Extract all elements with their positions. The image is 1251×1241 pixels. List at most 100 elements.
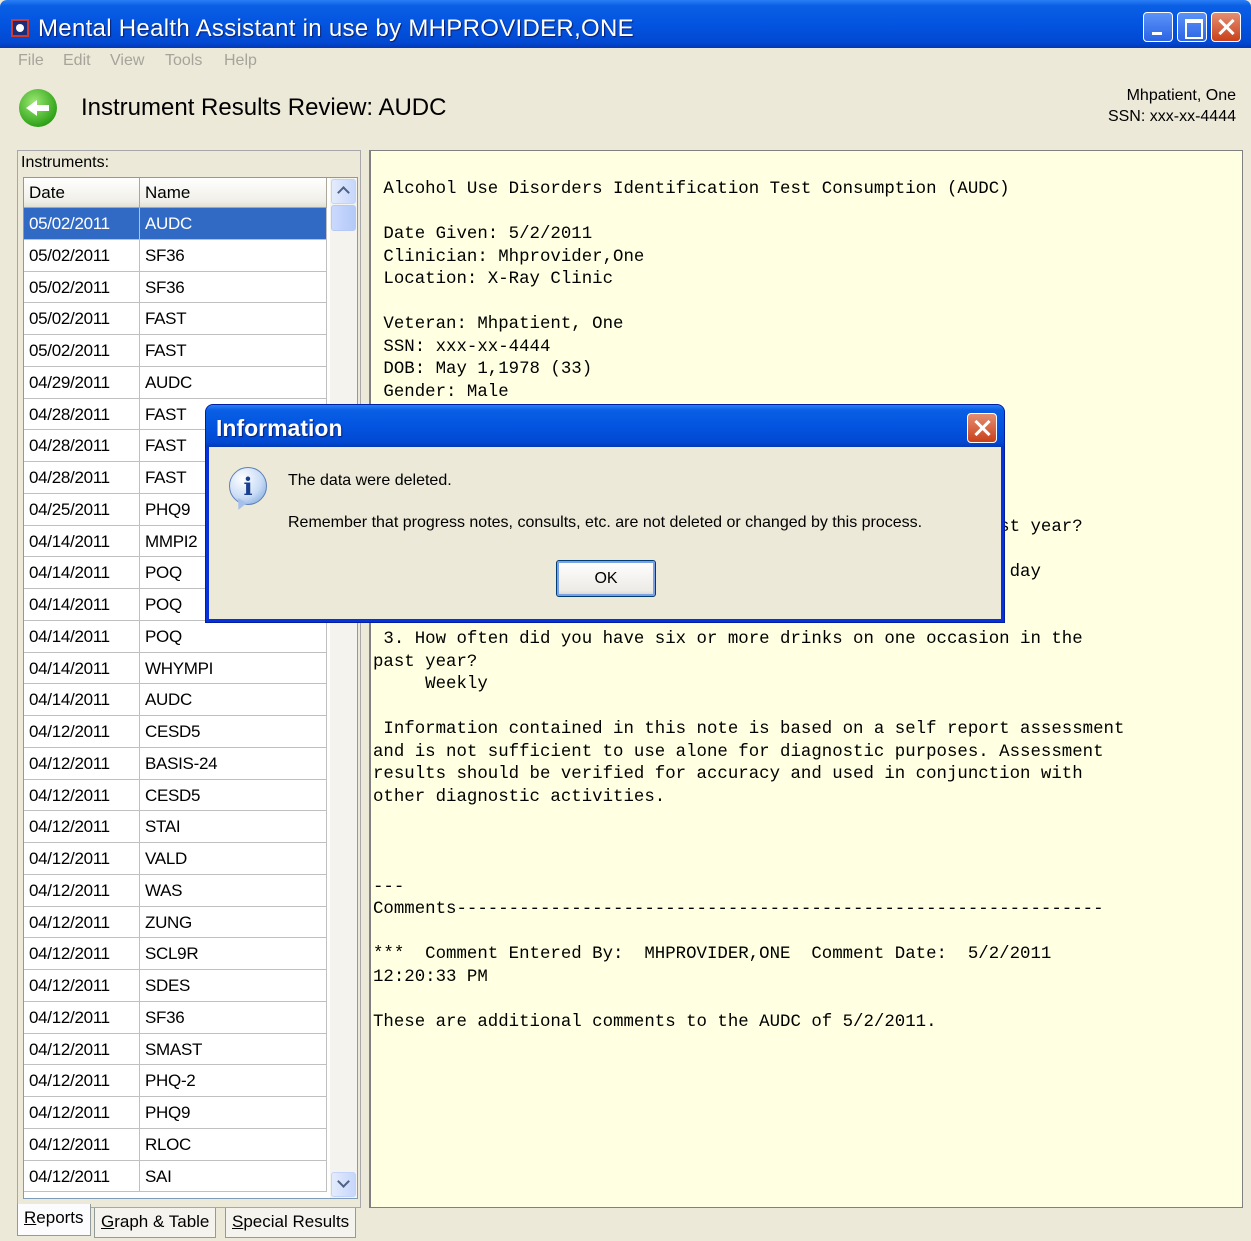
row-date: 04/28/2011 (24, 430, 140, 461)
row-name: VALD (140, 843, 327, 874)
table-row[interactable]: 04/14/2011 WHYMPI (24, 652, 327, 685)
table-row[interactable]: 04/29/2011 AUDC (24, 366, 327, 399)
table-row[interactable]: 04/12/2011 BASIS-24 (24, 747, 327, 780)
row-name: WHYMPI (140, 652, 327, 684)
report-pane[interactable]: Alcohol Use Disorders Identification Tes… (369, 150, 1243, 1208)
row-name: FAST (140, 335, 327, 366)
table-row[interactable]: 04/14/2011 AUDC (24, 684, 327, 716)
instruments-label: Instruments: (21, 154, 110, 171)
row-date: 05/02/2011 (24, 208, 140, 239)
table-row[interactable]: 05/02/2011 FAST (24, 335, 327, 367)
row-name: WAS (140, 874, 327, 906)
dialog-close-button[interactable] (967, 413, 997, 443)
row-name: BASIS-24 (140, 747, 327, 779)
column-header-name[interactable]: Name (140, 178, 327, 208)
row-name: PHQ9 (140, 1097, 327, 1128)
tab-reports-label: eports (36, 1208, 84, 1227)
row-date: 04/12/2011 (24, 1128, 140, 1160)
row-date: 04/25/2011 (24, 493, 140, 525)
row-date: 04/12/2011 (24, 716, 140, 747)
list-header: Date Name (24, 178, 334, 208)
tab-special-results-hotkey: S (232, 1212, 244, 1231)
row-date: 04/14/2011 (24, 684, 140, 715)
table-row[interactable]: 04/12/2011 RLOC (24, 1128, 327, 1161)
table-row[interactable]: 04/12/2011 SCL9R (24, 938, 327, 970)
table-row[interactable]: 04/12/2011 SMAST (24, 1033, 327, 1066)
table-row[interactable]: 04/12/2011 SDES (24, 970, 327, 1002)
row-name: PHQ-2 (140, 1065, 327, 1096)
row-date: 05/02/2011 (24, 271, 140, 303)
table-row[interactable]: 04/12/2011 STAI (24, 811, 327, 843)
row-name: RLOC (140, 1128, 327, 1160)
instruments-list[interactable]: Date Name 05/02/2011 AUDC 05/02/2011 SF36 05… (23, 177, 358, 1199)
table-row[interactable]: 04/12/2011 SF36 (24, 1001, 327, 1034)
info-icon: i (229, 467, 267, 505)
row-date: 04/14/2011 (24, 525, 140, 557)
page-title: Instrument Results Review: AUDC (81, 94, 447, 121)
row-name: SF36 (140, 239, 327, 271)
row-name: SDES (140, 970, 327, 1001)
instruments-panel: Instruments: Date Name 05/02/2011 AUDC 05/… (17, 150, 361, 1208)
row-date: 04/12/2011 (24, 811, 140, 842)
back-arrow-icon[interactable] (19, 89, 57, 127)
information-dialog: Information i The data were deleted. Rem… (206, 405, 1004, 622)
row-date: 04/28/2011 (24, 462, 140, 493)
row-date: 04/12/2011 (24, 1033, 140, 1065)
list-scrollbar[interactable] (330, 178, 357, 1198)
row-date: 05/02/2011 (24, 303, 140, 334)
row-name: CESD5 (140, 779, 327, 811)
table-row[interactable]: 04/12/2011 PHQ-2 (24, 1065, 327, 1097)
ok-button[interactable]: OK (556, 560, 656, 597)
app-icon[interactable] (11, 19, 29, 37)
page-header: Instrument Results Review: AUDC Mhpatien… (0, 74, 1251, 144)
table-row[interactable]: 04/12/2011 WAS (24, 874, 327, 907)
table-row[interactable]: 05/02/2011 FAST (24, 303, 327, 335)
close-window-button[interactable] (1211, 12, 1241, 42)
menu-edit[interactable]: Edit (63, 52, 91, 70)
row-name: AUDC (140, 208, 327, 239)
table-row[interactable]: 04/12/2011 ZUNG (24, 906, 327, 939)
table-row[interactable]: 04/14/2011 POQ (24, 620, 327, 653)
minimize-button[interactable] (1143, 12, 1173, 42)
scroll-thumb[interactable] (331, 205, 356, 231)
row-date: 04/12/2011 (24, 747, 140, 779)
tab-special-results[interactable]: Special Results (225, 1208, 357, 1238)
window-titlebar[interactable]: Mental Health Assistant in use by MHPROV… (0, 0, 1251, 48)
row-name: ZUNG (140, 906, 327, 938)
menu-view[interactable]: View (110, 52, 144, 70)
dialog-detail: Remember that progress notes, consults, … (288, 514, 923, 531)
scroll-down-icon[interactable] (331, 1172, 356, 1197)
row-name: SCL9R (140, 938, 327, 969)
dialog-title: Information (216, 415, 343, 441)
table-row[interactable]: 04/12/2011 PHQ9 (24, 1097, 327, 1129)
row-date: 04/29/2011 (24, 366, 140, 398)
table-row[interactable]: 04/12/2011 SAI (24, 1160, 327, 1193)
table-row[interactable]: 05/02/2011 AUDC (24, 208, 327, 240)
column-header-date[interactable]: Date (24, 178, 140, 208)
row-date: 05/02/2011 (24, 239, 140, 271)
dialog-titlebar[interactable]: Information (206, 405, 1004, 447)
row-date: 04/12/2011 (24, 970, 140, 1001)
row-date: 04/12/2011 (24, 1001, 140, 1033)
row-date: 04/14/2011 (24, 557, 140, 588)
panel-splitter[interactable] (361, 150, 369, 1208)
scroll-up-icon[interactable] (331, 179, 356, 204)
menu-help[interactable]: Help (224, 52, 257, 70)
row-date: 04/14/2011 (24, 652, 140, 684)
tab-graph-table[interactable]: Graph & Table (94, 1208, 217, 1238)
table-row[interactable]: 04/12/2011 CESD5 (24, 716, 327, 748)
table-row[interactable]: 05/02/2011 SF36 (24, 239, 327, 272)
menu-file[interactable]: File (18, 52, 44, 70)
row-date: 04/12/2011 (24, 874, 140, 906)
row-date: 04/12/2011 (24, 843, 140, 874)
menu-tools[interactable]: Tools (165, 52, 202, 70)
maximize-button[interactable] (1177, 12, 1207, 42)
row-date: 04/12/2011 (24, 1097, 140, 1128)
table-row[interactable]: 04/12/2011 VALD (24, 843, 327, 875)
row-date: 04/12/2011 (24, 906, 140, 938)
tab-reports[interactable]: Reports (17, 1204, 91, 1236)
table-row[interactable]: 05/02/2011 SF36 (24, 271, 327, 304)
row-date: 04/14/2011 (24, 620, 140, 652)
row-date: 04/14/2011 (24, 589, 140, 620)
table-row[interactable]: 04/12/2011 CESD5 (24, 779, 327, 812)
